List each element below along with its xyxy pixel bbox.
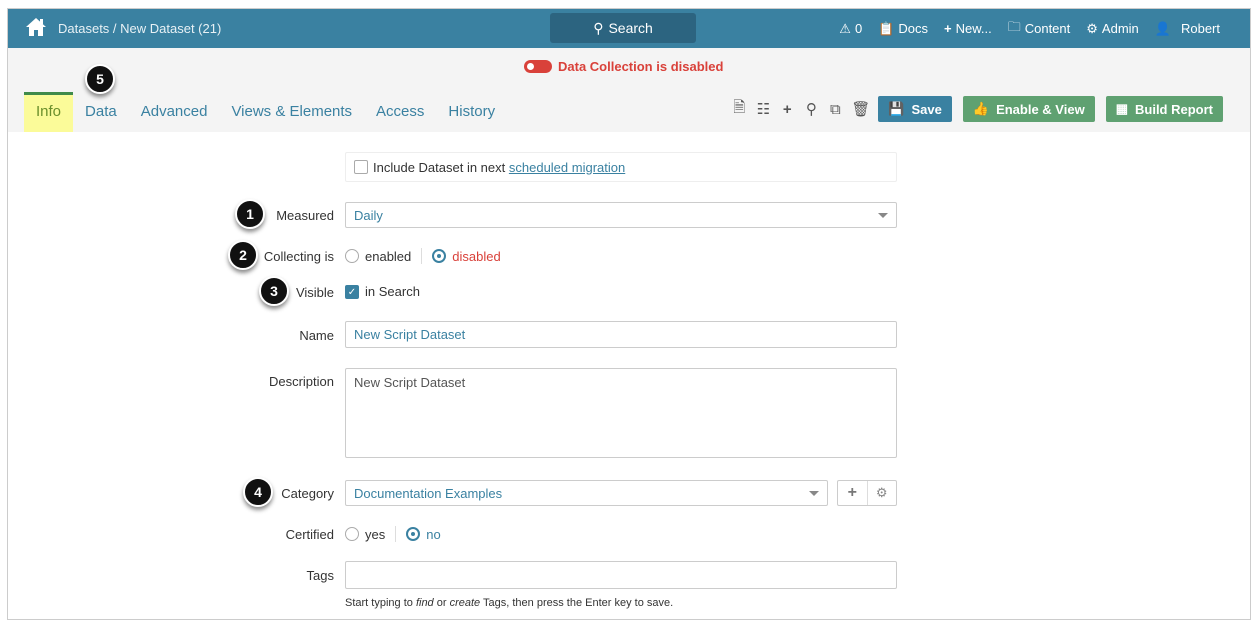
plus-icon: +	[943, 21, 952, 36]
measured-select[interactable]: Daily	[345, 202, 897, 228]
certified-yes-radio[interactable]	[345, 527, 359, 541]
build-report-button[interactable]: ▦ Build Report	[1105, 96, 1223, 122]
user-menu[interactable]: 👤 Robert	[1155, 21, 1220, 37]
tab-data[interactable]: Data	[73, 92, 129, 132]
chevron-down-icon	[809, 491, 819, 496]
collecting-radio-group: enabled disabled	[345, 248, 501, 264]
app-window: Datasets / New Dataset (21) ⚲ Search ⚠ 0 📋…	[7, 8, 1251, 620]
alerts-button[interactable]: ⚠ 0	[839, 21, 862, 37]
add-category-button[interactable]: +	[838, 481, 868, 505]
measured-label: Measured	[276, 208, 334, 223]
table-icon: ▦	[1115, 101, 1128, 116]
migration-checkbox[interactable]	[354, 160, 368, 174]
category-settings-button[interactable]: ⚙	[868, 481, 897, 505]
enable-view-button[interactable]: 👍 Enable & View	[962, 96, 1095, 122]
clipboard-icon: 📋	[878, 20, 895, 36]
copy-icon[interactable]: ⧉	[827, 101, 843, 118]
search-button[interactable]: ⚲ Search	[550, 13, 696, 43]
migration-box: Include Dataset in next scheduled migrat…	[345, 152, 897, 182]
callout-badge-2: 2	[228, 240, 258, 270]
category-label: Category	[281, 486, 334, 501]
page-header: Data Collection is disabled Info Data Ad…	[8, 48, 1250, 132]
home-icon[interactable]	[25, 17, 47, 37]
certified-radio-group: yes no	[345, 526, 441, 542]
toggle-icon[interactable]	[524, 60, 552, 73]
save-button[interactable]: 💾 Save	[878, 96, 952, 122]
new-button[interactable]: + New...	[944, 21, 992, 36]
thumbs-up-icon: 👍	[972, 101, 990, 116]
certified-no-radio[interactable]	[406, 527, 421, 541]
toolbar: 🗎 ☷ + ⚲ ⧉ 🗑 💾 Save 👍 Enable & View ▦ Build …	[731, 96, 1223, 122]
name-label: Name	[299, 328, 334, 343]
tags-label: Tags	[306, 568, 334, 583]
visible-label: Visible	[295, 285, 334, 300]
admin-button[interactable]: ⚙ Admin	[1086, 21, 1139, 37]
collecting-label: Collecting is	[263, 249, 334, 264]
category-select[interactable]: Documentation Examples	[345, 480, 828, 506]
callout-badge-4: 4	[243, 477, 273, 507]
callout-badge-3: 3	[259, 276, 289, 306]
floppy-icon: 💾	[888, 101, 905, 116]
tags-input[interactable]	[345, 561, 897, 589]
tab-info[interactable]: Info	[24, 92, 74, 132]
collection-status[interactable]: Data Collection is disabled	[524, 59, 723, 74]
breadcrumb[interactable]: Datasets / New Dataset (21)	[58, 21, 221, 36]
description-label: Description	[268, 374, 334, 389]
collecting-disabled-radio[interactable]	[432, 249, 447, 263]
chevron-down-icon	[878, 213, 888, 218]
search-icon[interactable]: ⚲	[803, 100, 819, 118]
callout-badge-5: 5	[85, 64, 115, 94]
scheduled-migration-link[interactable]: scheduled migration	[509, 160, 625, 175]
tab-access[interactable]: Access	[364, 92, 436, 132]
plus-icon[interactable]: +	[779, 101, 795, 118]
gear-icon: ⚙	[1086, 20, 1098, 36]
description-textarea[interactable]: New Script Dataset	[345, 368, 897, 458]
callout-badge-1: 1	[235, 199, 265, 229]
tab-advanced[interactable]: Advanced	[129, 92, 220, 132]
folder-icon: 🗀	[1007, 18, 1021, 34]
name-input[interactable]: New Script Dataset	[345, 321, 897, 348]
document-icon[interactable]: 🗎	[731, 97, 747, 122]
tab-bar: Info Data Advanced Views & Elements Acce…	[24, 92, 507, 132]
tab-views-elements[interactable]: Views & Elements	[219, 92, 364, 132]
certified-label: Certified	[285, 527, 334, 542]
search-icon: ⚲	[593, 19, 604, 36]
tags-help-text: Start typing to find or create Tags, the…	[345, 597, 674, 609]
tab-history[interactable]: History	[436, 92, 507, 132]
trash-icon[interactable]: 🗑	[851, 100, 870, 118]
collecting-enabled-radio[interactable]	[345, 249, 359, 263]
content-button[interactable]: 🗀 Content	[1008, 18, 1071, 40]
top-nav-bar: Datasets / New Dataset (21) ⚲ Search ⚠ 0 📋…	[8, 9, 1250, 48]
hierarchy-icon[interactable]: ☷	[755, 100, 771, 118]
visible-checkbox[interactable]: ✓	[345, 284, 359, 299]
visible-option: ✓ in Search	[345, 284, 420, 299]
warning-icon: ⚠	[839, 20, 851, 36]
user-icon: 👤	[1154, 20, 1171, 36]
docs-button[interactable]: 📋 Docs	[878, 21, 928, 37]
category-actions: + ⚙	[837, 480, 897, 506]
